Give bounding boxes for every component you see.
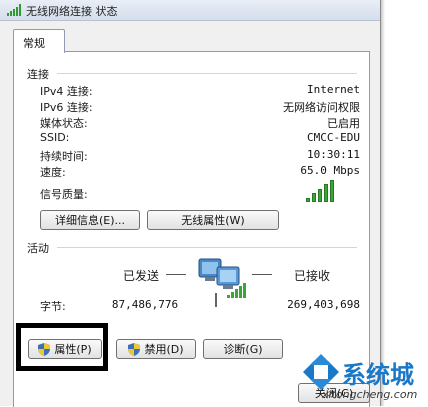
wireless-properties-button-label: 无线属性(W) [181,214,245,227]
uac-shield-icon [128,342,141,356]
brand-logo-icon [303,354,339,390]
media-state-value: 已启用 [327,117,360,130]
signal-bar [306,198,310,202]
ipv4-value: Internet [307,83,360,96]
sent-line [166,274,186,275]
signal-bar [330,180,334,202]
signal-quality-icon [306,180,336,202]
ssid-label: SSID: [40,131,70,144]
bytes-sent-value: 87,486,776 [111,298,179,311]
signal-bar [318,189,322,202]
details-button[interactable]: 详细信息(E)... [40,210,140,230]
received-label: 已接收 [294,269,331,283]
status-dialog: 无线网络连接 状态 常规 连接 IPv4 连接: Internet IPv6 连… [0,0,381,407]
media-state-label: 媒体状态: [40,117,88,130]
details-button-label: 详细信息(E)... [54,214,126,227]
duration-label: 持续时间: [40,150,88,163]
activity-divider [57,247,357,248]
diagnose-button[interactable]: 诊断(G) [203,339,283,359]
bytes-received-value: 269,403,698 [287,298,360,311]
title-bar: 无线网络连接 状态 [0,0,380,21]
received-line [252,274,272,275]
ipv6-label: IPv6 连接: [40,101,93,114]
speed-label: 速度: [40,166,66,179]
disable-button-label: 禁用(D) [144,343,184,356]
sent-label: 已发送 [123,269,160,283]
ipv4-label: IPv4 连接: [40,85,93,98]
watermark-brand: 系统城 [342,361,414,389]
ssid-value: CMCC-EDU [307,131,360,144]
wireless-signal-icon [7,4,21,16]
disable-button[interactable]: 禁用(D) [116,339,196,359]
watermark-url: xitongcheng.com [322,388,418,401]
signal-quality-label: 信号质量: [40,188,88,201]
signal-bar [324,184,328,202]
tab-general-label: 常规 [23,37,45,50]
speed-value: 65.0 Mbps [300,164,360,177]
window-shadow [381,0,385,406]
diagnose-button-label: 诊断(G) [223,343,263,356]
wireless-properties-button[interactable]: 无线属性(W) [147,210,279,230]
window-title: 无线网络连接 状态 [26,5,118,18]
connection-divider [57,73,357,74]
highlight-rectangle [16,323,108,371]
signal-bar [312,193,316,202]
duration-value: 10:30:11 [307,148,360,161]
activity-group-title: 活动 [27,242,49,255]
bytes-label: 字节: [40,300,66,313]
connection-group-title: 连接 [27,68,49,81]
ipv6-value: 无网络访问权限 [283,101,360,114]
network-computers-icon [198,258,246,307]
tab-general[interactable]: 常规 [13,29,65,53]
